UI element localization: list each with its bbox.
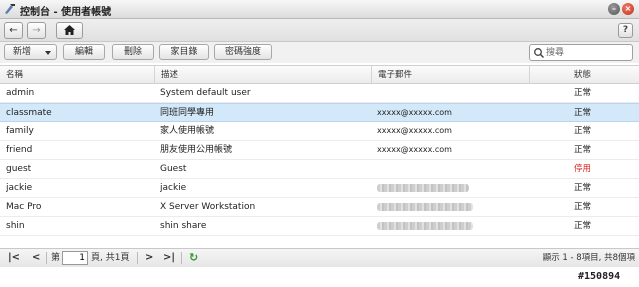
page-prefix-label: 第 (51, 253, 61, 263)
delete-button[interactable]: 刪除 (112, 44, 154, 60)
user-table: admin System default user 正常 classmate 同… (0, 84, 639, 248)
column-header-name[interactable]: 名稱 (0, 66, 155, 84)
user-email (377, 160, 527, 178)
user-status: 正常 (574, 221, 592, 231)
user-status: 正常 (574, 88, 592, 98)
close-button[interactable]: × (622, 3, 634, 15)
new-dropdown-button[interactable]: 新增 (4, 44, 57, 60)
pager-divider (137, 252, 138, 264)
page-suffix-label: 頁, 共1頁 (91, 253, 130, 263)
user-description: System default user (160, 88, 251, 98)
user-description: X Server Workstation (160, 202, 256, 212)
redacted-email-blur (377, 184, 469, 192)
column-header-email[interactable]: 電子郵件 (372, 66, 530, 84)
previous-page-icon[interactable]: < (32, 251, 40, 265)
user-description: 同班同學專用 (160, 108, 215, 118)
redacted-email-blur (377, 222, 473, 230)
footer: #150894 (0, 267, 639, 287)
arrow-right-icon: → (32, 25, 41, 36)
search-box[interactable] (529, 44, 633, 61)
table-row[interactable]: guest Guest 停用 (0, 160, 639, 179)
back-button[interactable]: ← (4, 22, 23, 39)
user-description: 家人使用帳號 (160, 126, 215, 136)
table-row[interactable]: admin System default user 正常 (0, 84, 639, 103)
navigation-bar: ← → ? (0, 19, 639, 42)
window-title: 控制台 - 使用者帳號 (20, 7, 112, 18)
user-description: 朋友使用公用帳號 (160, 145, 233, 155)
search-input[interactable] (546, 46, 630, 59)
toolbar: 新增 編輯 刪除 家目錄 密碼強度 (0, 42, 639, 63)
user-email: xxxxx@xxxxx.com (377, 145, 452, 154)
table-row[interactable]: jackie jackie 正常 (0, 179, 639, 198)
user-name: shin (6, 221, 25, 231)
user-status: 正常 (574, 108, 592, 118)
column-header-description[interactable]: 描述 (155, 66, 372, 84)
user-email (377, 84, 527, 102)
last-page-icon[interactable]: >| (163, 251, 175, 265)
page-number-input[interactable] (62, 251, 88, 265)
user-name: admin (6, 88, 35, 98)
watermark: #150894 (578, 271, 621, 282)
home-icon (64, 25, 75, 35)
user-name: Mac Pro (6, 202, 42, 212)
user-name: friend (6, 145, 33, 155)
user-name: family (6, 126, 34, 136)
home-folder-button[interactable]: 家目錄 (159, 44, 209, 60)
table-row[interactable]: Mac Pro X Server Workstation 正常 (0, 198, 639, 217)
next-page-icon[interactable]: > (145, 251, 153, 265)
user-status: 停用 (574, 164, 592, 174)
arrow-left-icon: ← (9, 25, 18, 36)
first-page-icon[interactable]: |< (8, 251, 20, 265)
chevron-down-icon (45, 51, 51, 55)
pager-info: 顯示 1 - 8項目, 共8個項目 (542, 253, 635, 277)
user-name: guest (6, 164, 32, 174)
table-row[interactable]: shin shin share 正常 (0, 217, 639, 236)
table-row[interactable]: classmate 同班同學專用 xxxxx@xxxxx.com 正常 (0, 103, 639, 122)
column-header-status[interactable]: 狀態 (530, 66, 639, 84)
user-email: xxxxx@xxxxx.com (377, 108, 452, 117)
user-name: jackie (6, 183, 33, 193)
edit-button[interactable]: 編輯 (63, 44, 105, 60)
user-status: 正常 (574, 183, 592, 193)
user-description: Guest (160, 164, 187, 174)
new-button-label: 新增 (13, 47, 32, 57)
pager-divider (46, 252, 47, 264)
title-bar: 控制台 - 使用者帳號 – × (0, 0, 639, 19)
pager-divider (181, 252, 182, 264)
user-status: 正常 (574, 202, 592, 212)
table-row[interactable]: friend 朋友使用公用帳號 xxxxx@xxxxx.com 正常 (0, 141, 639, 160)
user-name: classmate (6, 108, 52, 118)
user-email: xxxxx@xxxxx.com (377, 126, 452, 135)
forward-button[interactable]: → (27, 22, 46, 39)
refresh-icon[interactable]: ↻ (189, 251, 198, 265)
control-panel-logo-icon (5, 4, 15, 14)
redacted-email-blur (377, 203, 473, 211)
pagination-bar: |< < 第 頁, 共1頁 > >| ↻ 顯示 1 - 8項目, 共8個項目 (0, 248, 639, 277)
table-row[interactable]: family 家人使用帳號 xxxxx@xxxxx.com 正常 (0, 122, 639, 141)
user-description: jackie (160, 183, 187, 193)
password-strength-button[interactable]: 密碼強度 (214, 44, 272, 60)
table-header: 名稱 描述 電子郵件 狀態 (0, 65, 639, 84)
user-status: 正常 (574, 126, 592, 136)
search-icon (534, 48, 545, 59)
help-button[interactable]: ? (618, 23, 633, 38)
user-description: shin share (160, 221, 207, 231)
home-button[interactable] (56, 22, 83, 39)
minimize-button[interactable]: – (608, 3, 620, 15)
user-status: 正常 (574, 145, 592, 155)
